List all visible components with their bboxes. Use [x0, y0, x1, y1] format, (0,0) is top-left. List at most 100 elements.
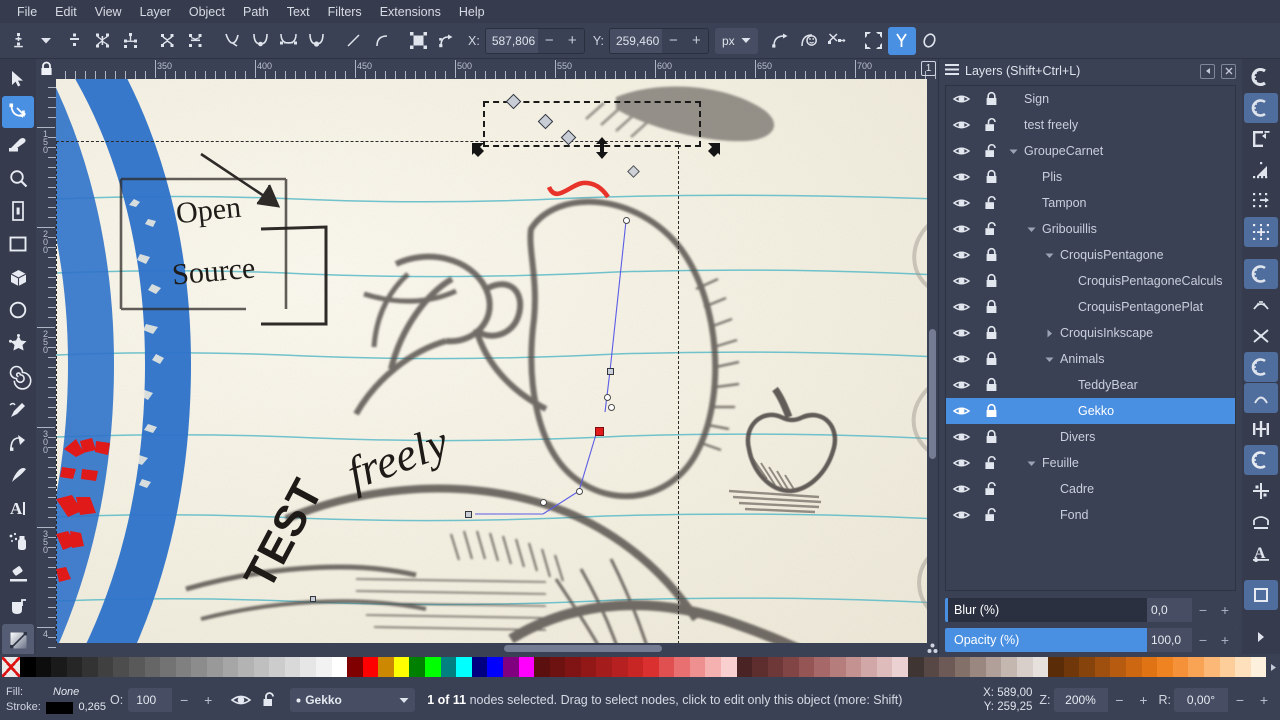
selected-path-node[interactable] — [595, 427, 604, 436]
menu-item-filters[interactable]: Filters — [319, 2, 371, 22]
blur-decrement-button[interactable]: − — [1192, 598, 1214, 622]
palette-swatch[interactable] — [736, 657, 753, 677]
rotation-input[interactable]: 0,00° — [1174, 688, 1228, 712]
opacity-slider[interactable]: Opacity (%) 100,0 − + — [945, 628, 1236, 652]
palette-swatch[interactable] — [985, 657, 1002, 677]
layer-name-cell[interactable]: CroquisPentagonePlat — [1006, 300, 1235, 314]
layer-row[interactable]: Fond — [946, 502, 1235, 528]
opacity-increment-button[interactable]: + — [196, 688, 221, 712]
x-increment-button[interactable]: + — [560, 28, 584, 53]
layer-name-cell[interactable]: CroquisPentagone — [1006, 248, 1235, 262]
layer-name-cell[interactable]: Fond — [1006, 508, 1235, 522]
menu-item-object[interactable]: Object — [180, 2, 234, 22]
node-cusp-icon[interactable] — [218, 27, 246, 55]
layer-unlocked-icon[interactable] — [976, 144, 1006, 158]
color-palette[interactable] — [0, 654, 1280, 680]
node-smooth-icon[interactable] — [246, 27, 274, 55]
opacity-value[interactable]: 100,0 — [1147, 628, 1192, 652]
y-coord-input[interactable]: 259,460 — [609, 28, 662, 53]
show-transform-handles-icon[interactable] — [767, 27, 795, 55]
star-tool[interactable] — [2, 327, 34, 359]
canvas-vertical-scrollbar[interactable] — [927, 79, 938, 643]
blur-slider[interactable]: Blur (%) 0,0 − + — [945, 598, 1236, 622]
palette-swatch[interactable] — [1048, 657, 1064, 677]
bezier-handles[interactable] — [56, 79, 938, 654]
layer-visibility-icon[interactable] — [946, 379, 976, 391]
node-symmetric-icon[interactable] — [274, 27, 302, 55]
layer-row[interactable]: Sign — [946, 86, 1235, 112]
palette-swatch[interactable] — [783, 657, 799, 677]
palette-swatch[interactable] — [20, 657, 36, 677]
layer-visibility-icon[interactable] — [946, 431, 976, 443]
snap-midpoint-icon[interactable] — [1244, 414, 1278, 444]
palette-swatch[interactable] — [954, 657, 971, 677]
path-node[interactable] — [465, 511, 472, 518]
palette-swatch[interactable] — [502, 657, 519, 677]
drawing-canvas[interactable]: Open Source freely TEST — [56, 79, 938, 654]
opacity-decrement-button[interactable]: − — [1192, 628, 1214, 652]
palette-swatch[interactable] — [798, 657, 815, 677]
zoom-input[interactable]: 200% — [1053, 688, 1108, 712]
layer-name-cell[interactable]: Plis — [1006, 170, 1235, 184]
expander-open-icon[interactable] — [1006, 148, 1020, 155]
palette-swatch[interactable] — [378, 657, 394, 677]
layer-unlocked-icon[interactable] — [976, 222, 1006, 236]
layer-visibility-icon[interactable] — [946, 301, 976, 313]
palette-swatch[interactable] — [580, 657, 597, 677]
layer-locked-icon[interactable] — [976, 273, 1006, 288]
palette-swatch[interactable] — [347, 657, 363, 677]
layer-visibility-icon[interactable] — [946, 275, 976, 287]
layer-row[interactable]: Plis — [946, 164, 1235, 190]
palette-swatch[interactable] — [175, 657, 192, 677]
gradient-tool[interactable] — [2, 624, 34, 656]
snapbar-overflow-icon[interactable] — [1244, 622, 1278, 652]
palette-swatch[interactable] — [206, 657, 223, 677]
layer-name-cell[interactable]: Animals — [1006, 352, 1235, 366]
palette-swatch[interactable] — [82, 657, 98, 677]
palette-swatch[interactable] — [939, 657, 955, 677]
palette-swatch[interactable] — [284, 657, 301, 677]
layer-row[interactable]: CroquisInkscape — [946, 320, 1235, 346]
layer-name-cell[interactable]: Cadre — [1006, 482, 1235, 496]
layer-visibility-icon[interactable] — [946, 119, 976, 131]
layer-visibility-icon[interactable] — [946, 405, 976, 417]
bucket-fill-tool[interactable] — [2, 591, 34, 623]
palette-swatch[interactable] — [892, 657, 908, 677]
palette-swatch[interactable] — [565, 657, 581, 677]
palette-swatch[interactable] — [1032, 657, 1049, 677]
palette-swatch[interactable] — [658, 657, 675, 677]
palette-swatch[interactable] — [456, 657, 472, 677]
palette-swatch[interactable] — [549, 657, 566, 677]
stroke-width-value[interactable]: 0,265 — [78, 701, 106, 714]
palette-swatch[interactable] — [160, 657, 176, 677]
sticky-zoom-toggle[interactable] — [927, 643, 938, 654]
layer-row[interactable]: CroquisPentagonePlat — [946, 294, 1235, 320]
stroke-to-path-icon[interactable] — [432, 27, 460, 55]
insert-node-dropdown-icon[interactable] — [32, 27, 60, 55]
palette-swatch[interactable] — [689, 657, 706, 677]
layer-row[interactable]: Cadre — [946, 476, 1235, 502]
palette-swatch[interactable] — [1219, 657, 1236, 677]
expander-open-icon[interactable] — [1042, 356, 1056, 363]
hamburger-icon[interactable] — [945, 63, 959, 79]
palette-swatch[interactable] — [923, 657, 940, 677]
layer-unlocked-icon[interactable] — [976, 456, 1006, 470]
layer-locked-icon[interactable] — [976, 247, 1006, 262]
snap-bbox-edge-midpoint-icon[interactable] — [1244, 186, 1278, 216]
tweak-tool[interactable] — [2, 129, 34, 161]
palette-swatch[interactable] — [907, 657, 924, 677]
palette-swatch[interactable] — [1079, 657, 1095, 677]
vertical-ruler[interactable]: 150 200 250 300 350 4 — [36, 79, 56, 654]
vertical-scroll-thumb[interactable] — [929, 329, 936, 459]
palette-swatch[interactable] — [487, 657, 503, 677]
layer-row[interactable]: CroquisPentagoneCalculs — [946, 268, 1235, 294]
spiral-tool[interactable] — [2, 360, 34, 392]
snap-cusp-node-icon[interactable] — [1244, 352, 1278, 382]
bezier-handle-node[interactable] — [576, 488, 583, 495]
node-auto-icon[interactable] — [302, 27, 330, 55]
palette-swatch[interactable] — [331, 657, 348, 677]
palette-swatch[interactable] — [393, 657, 410, 677]
spray-tool[interactable] — [2, 525, 34, 557]
palette-scroll-icon[interactable] — [1266, 663, 1280, 672]
stroke-color-swatch[interactable] — [45, 701, 74, 714]
